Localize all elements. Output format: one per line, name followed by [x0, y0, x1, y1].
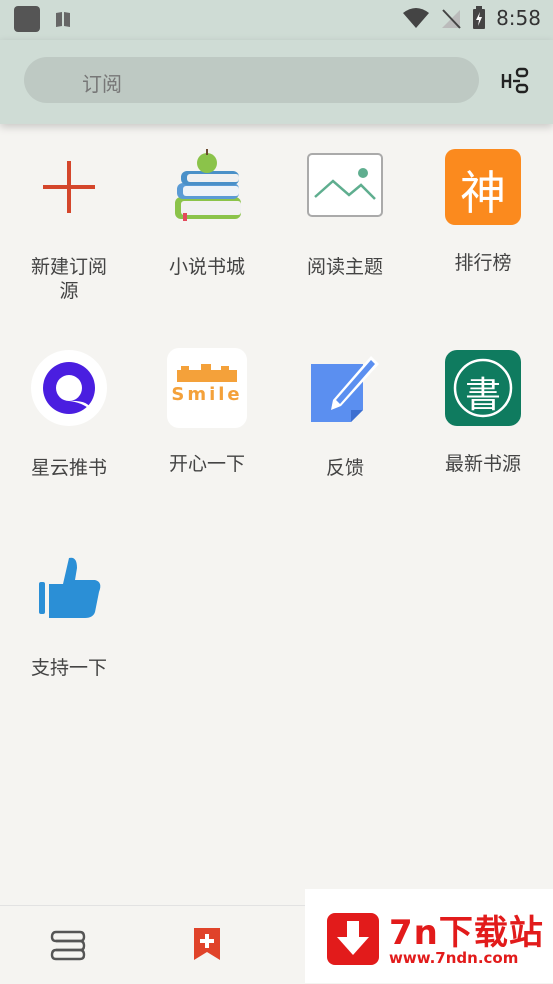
top-app-bar: 订阅 — [0, 40, 553, 124]
ranking-shen-icon: 神 — [443, 147, 523, 227]
status-time: 8:58 — [496, 6, 541, 30]
smile-text: Smile — [171, 384, 243, 405]
subscription-nav-icon[interactable] — [192, 926, 222, 962]
grid-item-label: 反馈 — [325, 457, 364, 479]
wifi-icon — [403, 8, 430, 28]
xingyun-logo-icon — [31, 350, 107, 426]
grid-item-label: 排行榜 — [454, 252, 512, 274]
grid-item-label: 新建订阅源 — [30, 256, 107, 302]
grid-item-reading-theme[interactable]: 阅读主题 — [276, 147, 414, 279]
battery-charging-icon — [473, 6, 486, 29]
grid-item-label: 开心一下 — [168, 453, 245, 475]
no-signal-icon — [442, 9, 461, 29]
image-icon — [307, 153, 383, 217]
grid-item-label: 支持一下 — [30, 657, 107, 679]
grid-item-support[interactable]: 支持一下 — [0, 548, 138, 680]
plus-icon — [43, 161, 95, 213]
grid-item-label: 阅读主题 — [306, 256, 383, 278]
edit-note-icon — [311, 356, 379, 422]
thumbs-up-icon — [39, 557, 101, 618]
latest-source-icon: 書 — [443, 348, 523, 428]
grid-item-ranking[interactable]: 神 排行榜 — [414, 147, 552, 275]
grid-item-novel-mall[interactable]: 小说书城 — [138, 147, 276, 279]
ranking-icon-char: 神 — [460, 166, 506, 220]
download-logo-icon — [327, 913, 379, 965]
grid-item-feedback[interactable]: 反馈 — [276, 348, 414, 480]
smile-logo-icon: Smile — [167, 348, 247, 428]
grid-item-happy[interactable]: Smile 开心一下 — [138, 348, 276, 476]
grid-item-latest-sources[interactable]: 書 最新书源 — [414, 348, 552, 476]
watermark: 7n下载站 www.7ndn.com — [305, 889, 553, 983]
status-bar: 8:58 — [0, 0, 553, 40]
book-notification-icon — [56, 12, 70, 27]
search-placeholder: 订阅 — [82, 72, 122, 96]
grid-item-label: 最新书源 — [444, 453, 521, 475]
notification-app-icon — [14, 6, 40, 32]
search-input[interactable]: 订阅 — [24, 57, 479, 103]
books-apple-icon — [175, 149, 241, 221]
watermark-url: www.7ndn.com — [389, 949, 519, 967]
bookshelf-nav-icon[interactable] — [50, 928, 86, 962]
latest-source-char: 書 — [464, 375, 501, 416]
grid-item-new-source[interactable]: 新建订阅源 — [0, 147, 138, 303]
source-manage-icon[interactable] — [500, 66, 532, 96]
watermark-title: 7n下载站 — [389, 913, 544, 953]
grid-item-label: 小说书城 — [168, 256, 245, 278]
grid-item-xingyun[interactable]: 星云推书 — [0, 348, 138, 480]
grid-item-label: 星云推书 — [30, 457, 107, 479]
